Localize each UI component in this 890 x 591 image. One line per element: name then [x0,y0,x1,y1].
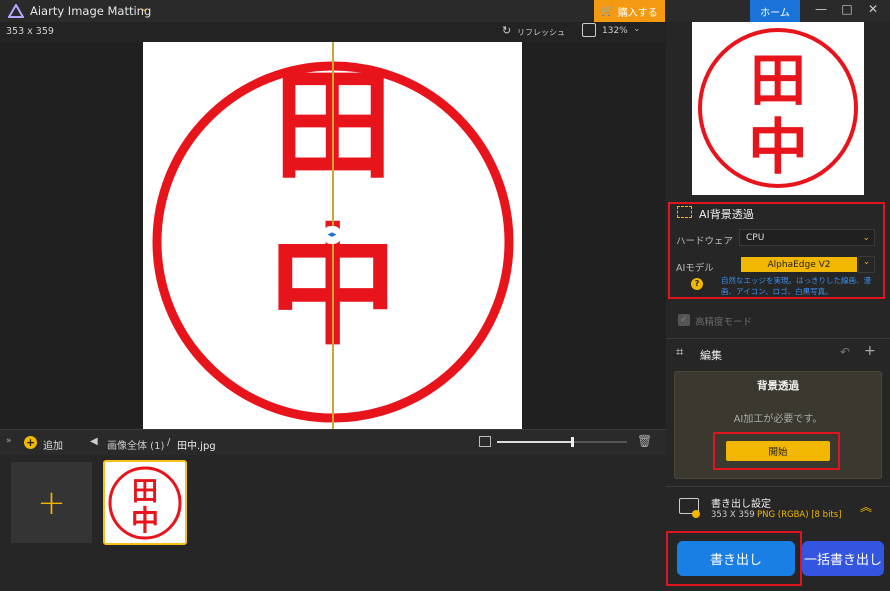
collapse-icon[interactable]: » [6,436,12,446]
hq-mode-label: 高精度モード [695,317,753,328]
back-arrow-icon[interactable]: ◀ [90,436,98,447]
add-image-tile[interactable]: + [11,462,92,543]
thumbnail-char-2: 中 [131,504,159,537]
add-label[interactable]: 追加 [43,437,63,452]
help-icon[interactable]: ? [691,278,703,290]
export-format: PNG (RGBA) [8 bits] [757,510,842,520]
thumbnail-strip [0,455,666,591]
breadcrumb-separator: / [167,437,171,448]
preview-stamp: 田 中 [698,28,858,188]
bg-card-message: AI加工が必要です。 [733,414,823,425]
add-icon[interactable]: + [24,436,37,449]
add-edit-icon[interactable]: + [864,343,876,359]
breadcrumb-all[interactable]: 画像全体 (1) [107,437,164,452]
zoom-fit-icon[interactable] [582,23,596,37]
buy-button[interactable]: 🛒 購入する [594,0,665,22]
model-description: 自然なエッジを実現。はっきりした線画、漫画、アイコン、ロゴ、白黒写真。 [721,276,871,296]
result-preview: 田 中 [692,22,864,195]
thumbnail-char-1: 田 [132,477,158,507]
hardware-value: CPU [746,232,765,243]
bg-card-title: 背景透過 [757,380,799,392]
model-select[interactable]: AlphaEdge V2 [741,257,857,272]
hardware-select[interactable]: CPU ⌄ [739,229,875,246]
export-settings-label[interactable]: 書き出し設定 [711,495,771,510]
home-button[interactable]: ホーム [750,0,800,22]
export-size: 353 X 359 [711,510,755,520]
model-value: AlphaEdge V2 [767,259,831,270]
preview-char-1: 田 [750,49,806,114]
expand-up-icon[interactable]: ︽ [860,498,872,515]
canvas-toolbar [0,22,666,42]
hardware-label: ハードウェア [676,236,734,247]
undo-icon[interactable]: ↶ [840,345,850,359]
zoom-dropdown-icon[interactable]: ⌄ [633,24,641,34]
thumbnail-size-slider[interactable] [497,437,627,447]
settings-gear-icon [692,510,700,518]
plus-icon: + [37,482,66,523]
hq-mode-checkbox[interactable]: ✓ [678,314,690,326]
maximize-icon[interactable]: □ [836,2,858,16]
cart-icon: 🛒 [601,5,614,17]
image-size-icon [479,436,491,447]
compare-handle-icon[interactable]: ◂▸ [322,226,342,244]
minimize-icon[interactable]: — [810,2,832,16]
breadcrumb-file: 田中.jpg [177,441,216,452]
image-dimensions: 353 x 359 [6,26,54,37]
preview-char-2: 中 [748,113,808,183]
chevron-down-icon[interactable]: ⌄ [140,3,148,14]
refresh-label[interactable]: リフレッシュ [517,27,565,38]
ai-matting-icon [677,206,692,218]
image-thumbnail[interactable]: 田 中 [103,460,187,545]
app-title: Aiarty Image Matting [30,4,152,18]
close-icon[interactable]: ✕ [862,2,884,16]
thumbnail-stamp: 田 中 [108,466,182,540]
start-button[interactable]: 開始 [726,441,830,461]
edit-label: 編集 [700,349,722,362]
refresh-icon[interactable]: ↻ [502,24,511,37]
model-label: AIモデル [676,263,714,274]
section-divider [666,338,890,339]
section-divider-2 [666,486,890,487]
batch-export-button[interactable]: 一括書き出し [802,541,884,576]
model-chevron-icon[interactable]: ⌄ [858,256,875,273]
crop-icon: ⌗ [676,345,684,360]
zoom-level[interactable]: 132% [602,26,628,36]
app-logo-icon [7,3,25,21]
export-button[interactable]: 書き出し [677,541,795,576]
trash-icon[interactable]: 🗑 [637,434,652,448]
hardware-chevron-icon: ⌄ [862,232,870,243]
ai-section-title: AI背景透過 [699,208,754,221]
buy-label: 購入する [617,7,658,19]
